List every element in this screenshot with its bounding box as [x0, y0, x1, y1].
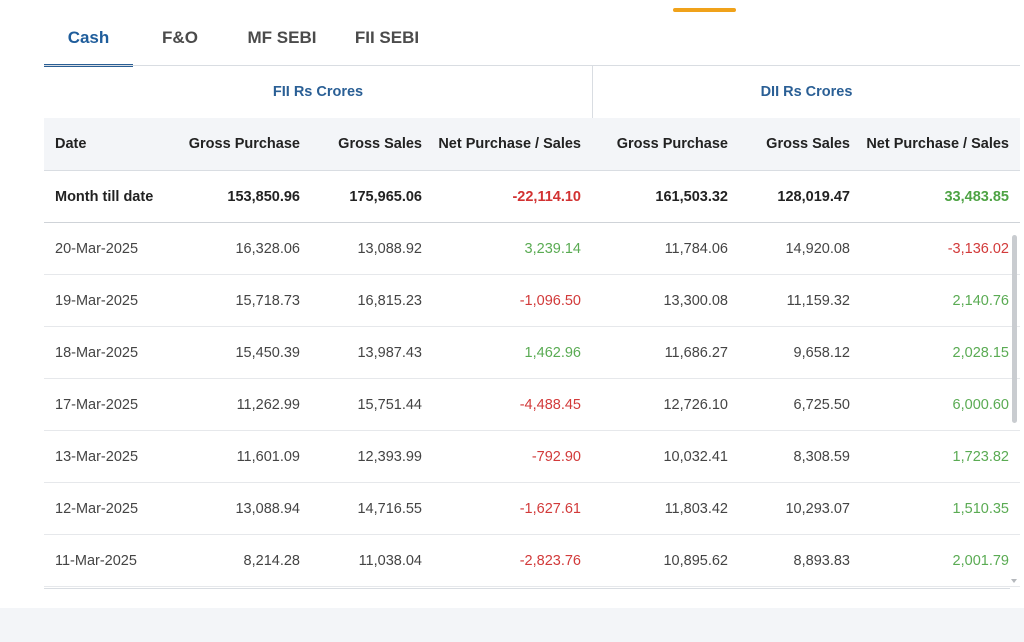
- fii-gross-purchase: 15,450.39: [235, 344, 300, 361]
- fii-gross-sales: 15,751.44: [357, 396, 422, 413]
- fii-net: -2,823.76: [519, 552, 581, 569]
- table-row: 19-Mar-2025 15,718.73 16,815.23 -1,096.5…: [44, 275, 1020, 327]
- tab-bar: Cash F&O MF SEBI FII SEBI: [44, 18, 437, 67]
- tab-cash[interactable]: Cash: [44, 18, 133, 67]
- row-date: 18-Mar-2025: [55, 344, 139, 361]
- table-row: 12-Mar-2025 13,088.94 14,716.55 -1,627.6…: [44, 483, 1020, 535]
- dii-gross-purchase: 11,784.06: [664, 240, 728, 257]
- tab-fno[interactable]: F&O: [133, 18, 227, 67]
- fii-net: -792.90: [531, 448, 581, 465]
- dii-gross-sales: 10,293.07: [785, 500, 850, 517]
- fii-gross-sales: 13,088.92: [357, 240, 422, 257]
- mtd-label: Month till date: [55, 188, 154, 205]
- dii-net: 2,140.76: [952, 292, 1009, 309]
- footer-band: [0, 608, 1024, 642]
- fii-net: -1,627.61: [519, 500, 581, 517]
- group-header-row: FII Rs Crores DII Rs Crores: [44, 66, 1020, 118]
- dii-gross-purchase: 12,726.10: [663, 396, 728, 413]
- fii-gross-purchase: 16,328.06: [235, 240, 300, 257]
- table-bottom-border: [44, 588, 1010, 589]
- mtd-fii-gross-sales: 175,965.06: [349, 188, 422, 205]
- dii-net: 1,723.82: [952, 448, 1009, 465]
- table-row: 13-Mar-2025 11,601.09 12,393.99 -792.90 …: [44, 431, 1020, 483]
- row-date: 19-Mar-2025: [55, 292, 139, 309]
- dii-gross-purchase: 10,895.62: [663, 552, 728, 569]
- dii-gross-sales: 11,159.32: [786, 292, 850, 309]
- fii-gross-sales: 12,393.99: [357, 448, 422, 465]
- table-body[interactable]: 20-Mar-2025 16,328.06 13,088.92 3,239.14…: [44, 223, 1020, 587]
- column-header-fii-gross-purchase[interactable]: Gross Purchase: [184, 136, 300, 152]
- mtd-dii-gross-purchase: 161,503.32: [655, 188, 728, 205]
- table-row: 18-Mar-2025 15,450.39 13,987.43 1,462.96…: [44, 327, 1020, 379]
- dii-gross-sales: 6,725.50: [793, 396, 850, 413]
- dii-group-header: DII Rs Crores: [760, 84, 853, 100]
- scroll-down-arrow-icon[interactable]: [1011, 579, 1017, 583]
- table-row: 17-Mar-2025 11,262.99 15,751.44 -4,488.4…: [44, 379, 1020, 431]
- fii-dii-table: Date Gross Purchase Gross Sales Net Purc…: [44, 118, 1020, 587]
- row-date: 17-Mar-2025: [55, 396, 139, 413]
- dii-gross-purchase: 11,686.27: [664, 344, 728, 361]
- dii-gross-sales: 8,308.59: [793, 448, 850, 465]
- column-header-fii-net[interactable]: Net Purchase / Sales: [422, 136, 581, 152]
- dii-gross-purchase: 13,300.08: [663, 292, 728, 309]
- fii-net: 3,239.14: [524, 240, 581, 257]
- fii-gross-sales: 14,716.55: [357, 500, 422, 517]
- dii-net: 6,000.60: [952, 396, 1009, 413]
- fii-gross-purchase: 11,601.09: [236, 448, 300, 465]
- fii-group-header: FII Rs Crores: [44, 66, 593, 118]
- column-header-dii-net[interactable]: Net Purchase / Sales: [850, 136, 1009, 152]
- column-header-dii-gross-purchase[interactable]: Gross Purchase: [581, 136, 728, 152]
- tab-fii-sebi[interactable]: FII SEBI: [337, 18, 437, 67]
- row-date: 13-Mar-2025: [55, 448, 139, 465]
- table-row: 20-Mar-2025 16,328.06 13,088.92 3,239.14…: [44, 223, 1020, 275]
- tab-mf-sebi[interactable]: MF SEBI: [227, 18, 337, 67]
- row-date: 12-Mar-2025: [55, 500, 139, 517]
- month-till-date-row: Month till date 153,850.96 175,965.06 -2…: [44, 171, 1020, 223]
- fii-gross-sales: 16,815.23: [357, 292, 422, 309]
- fii-gross-purchase: 13,088.94: [235, 500, 300, 517]
- dii-gross-sales: 14,920.08: [785, 240, 850, 257]
- row-date: 20-Mar-2025: [55, 240, 139, 257]
- fii-net: -4,488.45: [519, 396, 581, 413]
- fii-gross-purchase: 8,214.28: [243, 552, 300, 569]
- mtd-fii-net: -22,114.10: [512, 188, 581, 205]
- dii-gross-purchase: 10,032.41: [663, 448, 728, 465]
- scrollbar-thumb[interactable]: [1012, 235, 1017, 423]
- fii-gross-purchase: 15,718.73: [235, 292, 300, 309]
- fii-gross-sales: 11,038.04: [358, 552, 422, 569]
- mtd-fii-gross-purchase: 153,850.96: [227, 188, 300, 205]
- dii-gross-sales: 9,658.12: [793, 344, 850, 361]
- top-indicator-bar: [673, 8, 736, 12]
- mtd-dii-gross-sales: 128,019.47: [777, 188, 850, 205]
- column-header-dii-gross-sales[interactable]: Gross Sales: [728, 136, 850, 152]
- dii-gross-purchase: 11,803.42: [664, 500, 728, 517]
- fii-net: 1,462.96: [524, 344, 581, 361]
- dii-net: -3,136.02: [947, 240, 1009, 257]
- column-header-date[interactable]: Date: [44, 136, 184, 152]
- dii-net: 2,001.79: [952, 552, 1009, 569]
- column-header-fii-gross-sales[interactable]: Gross Sales: [300, 136, 422, 152]
- row-date: 11-Mar-2025: [55, 552, 137, 569]
- fii-net: -1,096.50: [519, 292, 581, 309]
- dii-net: 2,028.15: [952, 344, 1009, 361]
- table-header-row: Date Gross Purchase Gross Sales Net Purc…: [44, 118, 1020, 171]
- fii-gross-sales: 13,987.43: [357, 344, 422, 361]
- table-scrollbar[interactable]: [1010, 233, 1018, 588]
- table-row: 11-Mar-2025 8,214.28 11,038.04 -2,823.76…: [44, 535, 1020, 587]
- mtd-dii-net: 33,483.85: [944, 188, 1009, 205]
- dii-gross-sales: 8,893.83: [793, 552, 850, 569]
- dii-net: 1,510.35: [952, 500, 1009, 517]
- fii-gross-purchase: 11,262.99: [236, 396, 300, 413]
